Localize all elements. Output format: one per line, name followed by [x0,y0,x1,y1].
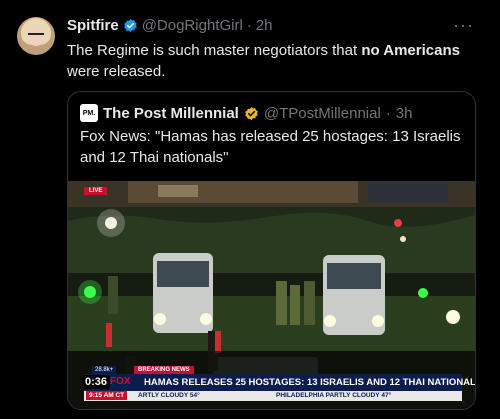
author-name[interactable]: Spitfire [67,17,119,34]
more-options-icon[interactable]: ··· [453,15,474,36]
viewer-count: 28.8k+ [92,366,117,374]
dot-separator: · [246,17,252,34]
video-player[interactable]: LIVE 28.8k+ BREAKING NEWS 0:36 FOX HAMAS… [68,181,475,409]
author-avatar[interactable] [17,17,55,55]
tweet-header: Spitfire @DogRightGirl · 2h [67,17,272,34]
quoted-tweet-card[interactable]: PM. The Post Millennial @TPostMillennial… [67,91,476,410]
tweet-text-bold: no Americans [361,42,460,59]
chyron-headline: HAMAS RELEASES 25 HOSTAGES: 13 ISRAELIS … [144,377,476,388]
quoted-author-handle[interactable]: @TPostMillennial [264,105,381,122]
breaking-news-label: BREAKING NEWS [134,366,194,374]
quoted-author-avatar[interactable]: PM. [80,104,98,122]
tweet-text-end: were released. [67,63,166,80]
gold-verified-badge-icon [245,106,258,120]
video-time-remaining: 0:36 [82,375,111,389]
quoted-dot-separator: · [385,104,391,122]
channel-logo: FOX [110,376,131,387]
author-handle[interactable]: @DogRightGirl [142,17,243,34]
weather-ticker-2: PHILADELPHIA PARTLY CLOUDY 47° [276,392,392,399]
quoted-tweet-header: PM. The Post Millennial @TPostMillennial… [80,104,412,122]
tweet-text-start: The Regime is such master negotiators th… [67,42,362,59]
verified-badge-icon [123,18,137,33]
quoted-author-name[interactable]: The Post Millennial [103,105,239,122]
live-badge: LIVE [84,187,108,195]
tweet-timestamp[interactable]: 2h [256,17,273,34]
quoted-tweet-timestamp[interactable]: 3h [396,105,413,122]
broadcast-clock: 9:15 AM CT [86,391,128,400]
tweet-text: The Regime is such master negotiators th… [67,40,477,82]
quoted-tweet-text: Fox News: "Hamas has released 25 hostage… [80,128,461,166]
weather-ticker-1: ARTLY CLOUDY 54° [138,392,200,399]
